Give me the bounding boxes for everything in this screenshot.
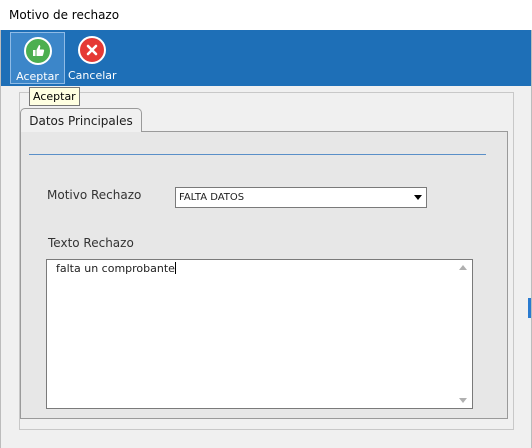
- texto-rechazo-label: Texto Rechazo: [48, 236, 134, 250]
- motivo-rechazo-select[interactable]: FALTA DATOS: [175, 187, 427, 208]
- section-divider: [29, 154, 486, 155]
- accept-tooltip: Aceptar: [29, 87, 80, 106]
- chevron-down-icon[interactable]: [414, 195, 422, 200]
- window-titlebar: Motivo de rechazo: [0, 0, 532, 30]
- toolbar: Aceptar Cancelar: [0, 30, 532, 86]
- close-icon: [78, 36, 106, 64]
- motivo-rechazo-value: FALTA DATOS: [179, 192, 245, 203]
- scroll-down-icon[interactable]: [459, 398, 467, 403]
- window-title: Motivo de rechazo: [9, 8, 120, 22]
- accept-button-label: Aceptar: [16, 70, 59, 83]
- thumbs-up-icon: [23, 37, 52, 65]
- motivo-rechazo-label: Motivo Rechazo: [47, 188, 142, 202]
- text-caret: [174, 262, 176, 274]
- accept-button[interactable]: Aceptar: [10, 32, 65, 84]
- cancel-button[interactable]: Cancelar: [68, 32, 117, 84]
- background-window-edge: [528, 298, 532, 318]
- texto-rechazo-value: falta un comprobante: [56, 262, 175, 275]
- tab-datos-principales[interactable]: Datos Principales: [20, 108, 142, 132]
- scroll-up-icon[interactable]: [459, 265, 467, 270]
- texto-rechazo-textarea[interactable]: falta un comprobante: [46, 259, 473, 409]
- cancel-button-label: Cancelar: [68, 69, 117, 82]
